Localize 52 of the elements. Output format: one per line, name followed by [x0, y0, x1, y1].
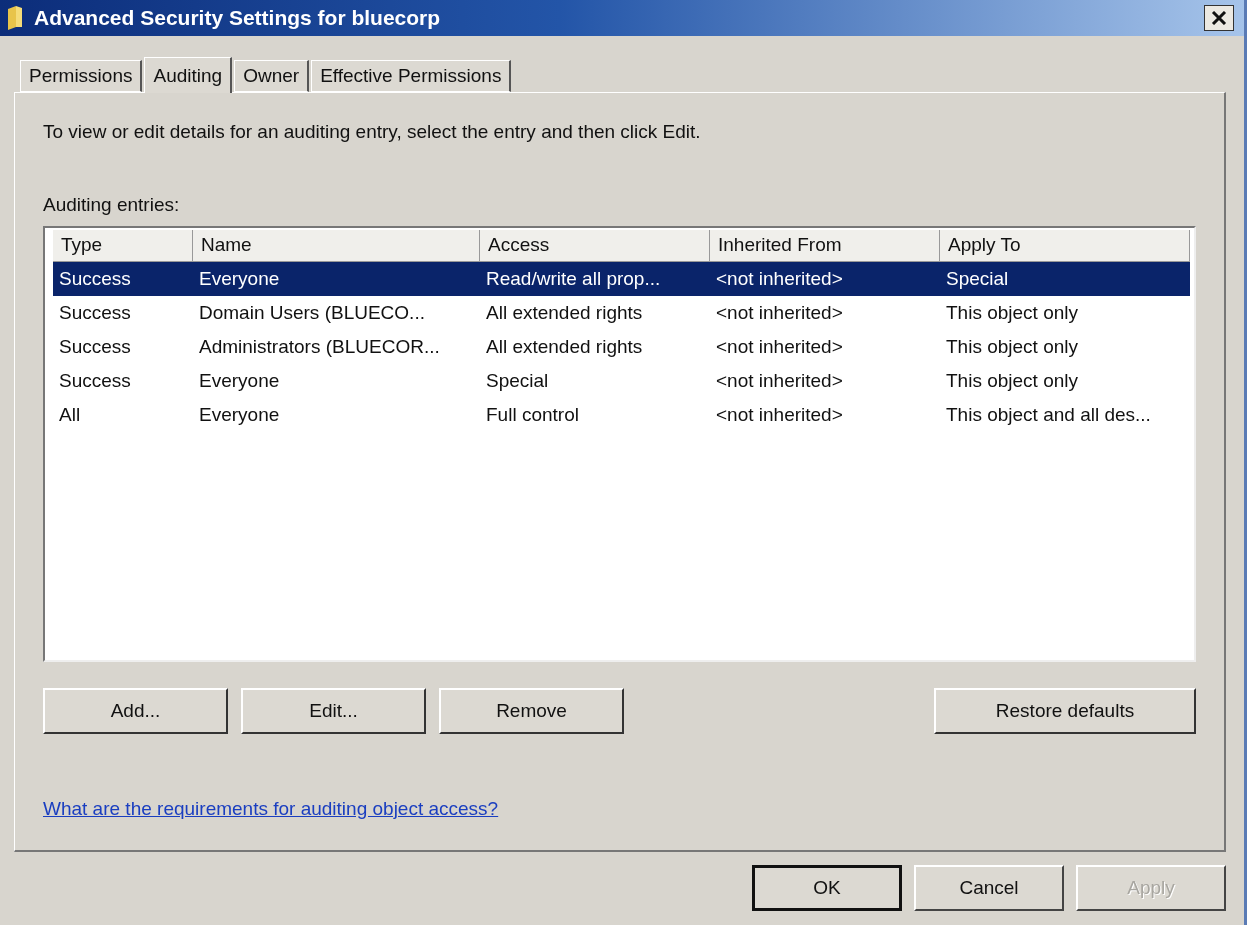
close-icon: [1211, 11, 1227, 25]
table-cell-text: Domain Users (BLUECO...: [198, 302, 426, 324]
table-cell-text: Everyone: [198, 370, 281, 392]
table-cell-text: Success: [58, 302, 132, 324]
list-row[interactable]: Success Domain Users (BLUECO... All extended rights <not inherited> This object only: [53, 296, 1190, 330]
list-row[interactable]: All Everyone Full control <not inherited> This object and all des...: [53, 398, 1190, 432]
table-cell-text: Read/write all prop...: [485, 268, 662, 290]
table-cell-text: Everyone: [198, 268, 281, 290]
entry-button[interactable]: Add...: [43, 688, 228, 734]
tab[interactable]: Owner: [234, 60, 310, 92]
entry-button[interactable]: Remove: [439, 688, 624, 734]
list-row[interactable]: Success Administrators (BLUECOR... All extended rights <not inherited> This object only: [53, 330, 1190, 364]
window-title: Advanced Security Settings for bluecorp: [34, 6, 442, 30]
table-cell-text: Success: [58, 336, 132, 358]
table-cell-text: <not inherited>: [715, 370, 844, 392]
restore-defaults-button[interactable]: Restore defaults: [934, 688, 1196, 734]
table-cell-text: All extended rights: [485, 302, 644, 324]
table-cell-text: Special: [485, 370, 550, 392]
dialog-button[interactable]: OK: [752, 865, 902, 911]
column-header[interactable]: Apply To: [940, 230, 1190, 262]
table-cell-text: Success: [58, 268, 132, 290]
help-link[interactable]: What are the requirements for auditing object access?: [43, 798, 499, 820]
table-cell-text: <not inherited>: [715, 404, 844, 426]
list-row[interactable]: Success Everyone Special <not inherited> This object only: [53, 364, 1190, 398]
column-header[interactable]: Type: [53, 230, 193, 262]
dialog-button[interactable]: Cancel: [914, 865, 1064, 911]
entry-button[interactable]: Edit...: [241, 688, 426, 734]
tab[interactable]: Permissions: [20, 60, 143, 92]
table-cell-text: Administrators (BLUECOR...: [198, 336, 441, 358]
column-header[interactable]: Access: [480, 230, 710, 262]
table-cell-text: Special: [945, 268, 1010, 290]
instruction-text: To view or edit details for an auditing entry, select the entry and then click Edit.: [43, 121, 702, 143]
list-label: Auditing entries:: [43, 194, 181, 216]
table-cell-text: All extended rights: [485, 336, 644, 358]
table-cell-text: This object only: [945, 336, 1079, 358]
table-cell-text: <not inherited>: [715, 336, 844, 358]
table-cell-text: <not inherited>: [715, 268, 844, 290]
table-cell-text: All: [58, 404, 82, 426]
table-cell-text: This object only: [945, 302, 1079, 324]
list-row[interactable]: Success Everyone Read/write all prop... <not inherited> Special: [53, 262, 1190, 296]
tab[interactable]: Auditing: [144, 57, 233, 93]
table-cell-text: This object and all des...: [945, 404, 1152, 426]
close-button[interactable]: [1204, 5, 1234, 31]
table-cell-text: Success: [58, 370, 132, 392]
table-cell-text: <not inherited>: [715, 302, 844, 324]
table-cell-text: Full control: [485, 404, 580, 426]
table-cell-text: Everyone: [198, 404, 281, 426]
column-header[interactable]: Inherited From: [710, 230, 940, 262]
table-cell-text: This object only: [945, 370, 1079, 392]
tab[interactable]: Effective Permissions: [311, 60, 512, 92]
column-header[interactable]: Name: [193, 230, 480, 262]
folder-icon: [6, 5, 24, 31]
